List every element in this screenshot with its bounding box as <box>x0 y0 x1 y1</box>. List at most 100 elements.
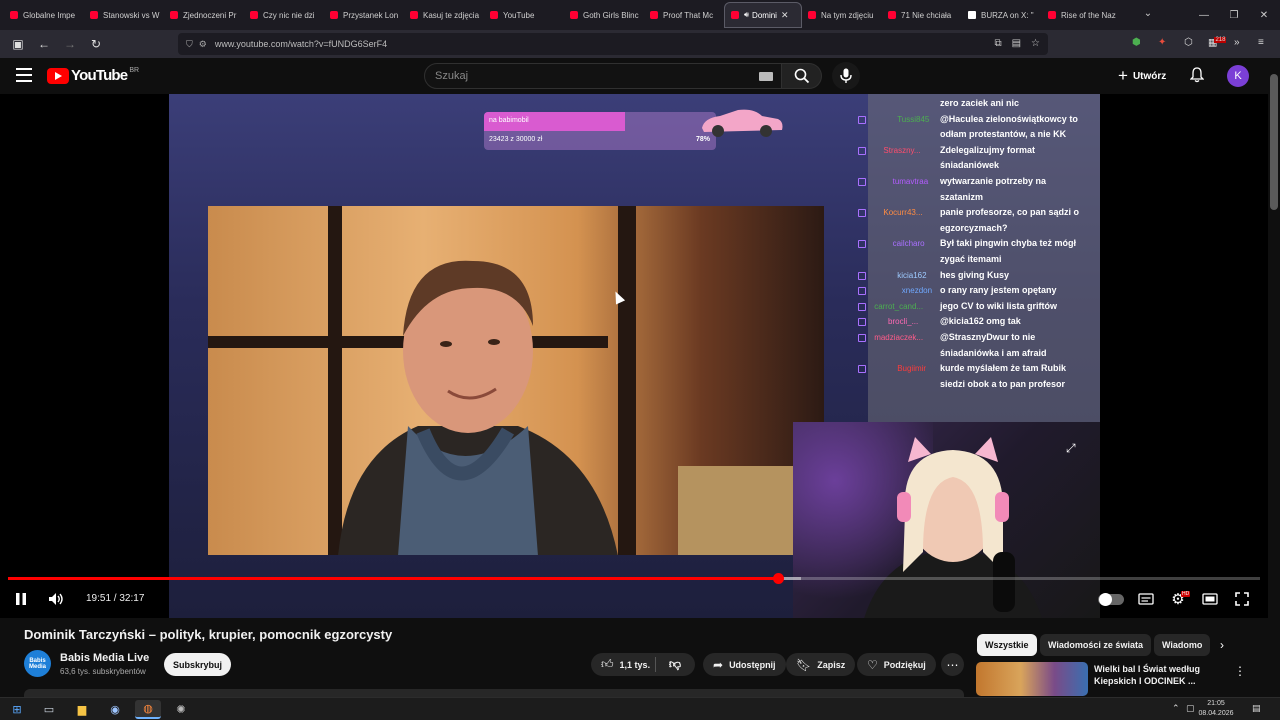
time-display: 19:51 / 32:17 <box>86 593 145 604</box>
start-windows-icon[interactable]: ⊞ <box>4 700 30 719</box>
taskbar-clock[interactable]: 21:05 08.04.2026 <box>1196 699 1236 719</box>
back-icon[interactable]: ← <box>32 32 56 56</box>
like-button[interactable]: 👍︎ 1,1 tys. <box>591 653 655 676</box>
browser-tab[interactable]: Zjednoczeni Pr <box>164 2 244 28</box>
notifications-bell-icon[interactable] <box>1189 67 1205 86</box>
file-explorer-icon[interactable]: ▆ <box>69 700 95 719</box>
youtube-icon <box>808 11 816 19</box>
account-avatar[interactable]: K <box>1227 65 1249 87</box>
chip-world-news[interactable]: Wiadomości ze świata <box>1040 634 1151 656</box>
extension-fox-icon[interactable]: ✦ <box>1158 37 1166 48</box>
chip-news[interactable]: Wiadomo <box>1154 634 1210 656</box>
chat-message: siedzi obok a to pan profesor <box>940 378 1066 389</box>
chat-message: hes giving Kusy <box>940 269 1010 280</box>
browser-tab[interactable]: Rise of the Naz <box>1042 2 1122 28</box>
subtitles-button[interactable] <box>1137 590 1155 608</box>
maximize-icon[interactable]: ❐ <box>1218 0 1250 30</box>
volume-button[interactable] <box>46 590 66 608</box>
firefox-icon[interactable]: ◍ <box>135 700 161 719</box>
search-input[interactable]: Szukaj <box>424 63 782 89</box>
sidebar-toggle-icon[interactable]: ▣ <box>6 32 30 56</box>
search-button[interactable] <box>782 63 822 89</box>
tab-list-chevron-icon[interactable]: ⌄ <box>1138 8 1158 19</box>
youtube-logo[interactable]: YouTube BR <box>47 67 139 84</box>
steam-icon[interactable]: ◉ <box>102 700 128 719</box>
scrubber-handle[interactable] <box>772 573 784 584</box>
address-bar[interactable]: ⛉ ⚙ www.youtube.com/watch?v=fUNDG6SerF4 … <box>178 33 1048 55</box>
share-button[interactable]: ➦ Udostępnij <box>703 653 786 676</box>
browser-tab[interactable]: Na tym zdjęciu <box>802 2 882 28</box>
subscribe-button[interactable]: Subskrybuj <box>164 653 231 676</box>
recommended-thumbnail[interactable] <box>976 662 1088 696</box>
extensions-puzzle-icon[interactable]: ⬡ <box>1184 37 1193 48</box>
pause-button[interactable] <box>12 590 30 608</box>
browser-tab[interactable]: YouTube <box>484 2 564 28</box>
chat-username: carrot_cand... <box>874 301 924 311</box>
tab-audio-icon[interactable]: 🔊︎ <box>744 10 749 20</box>
browser-tab[interactable]: BURZA on X: " <box>962 2 1042 28</box>
chat-message: odłam protestantów, a nie KK <box>940 129 1067 140</box>
reload-icon[interactable]: ↻ <box>84 32 108 56</box>
youtube-icon <box>1048 11 1056 19</box>
page-info-icon[interactable]: ⚙ <box>199 39 207 50</box>
overflow-chevrons-icon[interactable]: » <box>1234 37 1240 48</box>
tray-chevron-icon[interactable]: ⌃ <box>1172 703 1180 714</box>
fullscreen-button[interactable] <box>1233 590 1251 608</box>
monitor-app-icon[interactable]: ▭ <box>36 700 62 719</box>
chat-username: Kocurr43... <box>883 208 923 218</box>
chat-message: szatanizm <box>940 191 984 202</box>
bookmark-star-icon[interactable]: ☆ <box>1031 38 1040 49</box>
browser-tab[interactable]: Proof That Mc <box>644 2 724 28</box>
theater-mode-button[interactable] <box>1201 590 1219 608</box>
browser-tab[interactable]: 71 Nie chciała <box>882 2 962 28</box>
create-button[interactable]: + Utwórz <box>1118 65 1166 87</box>
chip-scroll-right-icon[interactable]: › <box>1220 638 1224 652</box>
progress-bar[interactable] <box>8 573 1260 584</box>
recommended-more-icon[interactable]: ⋮ <box>1234 664 1246 678</box>
thanks-button[interactable]: ♡ Podziękuj <box>857 653 936 676</box>
tab-close-icon[interactable]: ✕ <box>781 10 789 21</box>
twitch-icon <box>858 115 866 124</box>
browser-tab[interactable]: 🔊︎ Domini ✕ <box>724 2 802 28</box>
browser-tab[interactable]: Czy nic nie dzi <box>244 2 324 28</box>
description-box[interactable] <box>24 689 964 697</box>
minimize-icon[interactable]: — <box>1188 0 1220 30</box>
miniplayer-expand-icon[interactable]: ⤢ <box>1066 441 1076 456</box>
browser-tab[interactable]: Goth Girls Blinc <box>564 2 644 28</box>
video-player[interactable]: na babimobil 23423 z 30000 zł 78% zero z… <box>0 94 1268 618</box>
generic-app-icon[interactable]: ✺ <box>168 700 194 719</box>
browser-tab[interactable]: Globalne Impe <box>4 2 84 28</box>
keyboard-icon[interactable] <box>759 72 773 81</box>
extension-badge-icon[interactable]: ▦218 <box>1208 37 1227 48</box>
reader-view-icon[interactable]: ▤ <box>1012 38 1021 49</box>
browser-tab[interactable]: Stanowski vs W <box>84 2 164 28</box>
save-button[interactable]: 🔖︎ Zapisz <box>786 653 856 676</box>
extension-shield-icon[interactable]: ⬢ <box>1132 37 1141 48</box>
notification-center-icon[interactable]: ▤ <box>1252 703 1261 714</box>
recommended-title[interactable]: Wielki bal I Świat według Kiepskich I OD… <box>1094 663 1224 687</box>
browser-tab[interactable]: Przystanek Lon <box>324 2 404 28</box>
picture-in-picture-icon[interactable]: ⧉ <box>994 38 1001 49</box>
hamburger-menu-icon[interactable] <box>16 68 32 82</box>
tab-label: YouTube <box>503 10 535 20</box>
channel-name[interactable]: Babis Media Live <box>60 652 149 664</box>
close-window-icon[interactable]: ✕ <box>1248 0 1280 30</box>
scrollbar-thumb[interactable] <box>1270 74 1278 210</box>
channel-avatar[interactable]: Babis Media <box>24 650 51 677</box>
browser-tab[interactable]: Kasuj te zdjęcia <box>404 2 484 28</box>
create-label: Utwórz <box>1132 70 1167 82</box>
voice-search-button[interactable] <box>832 62 860 90</box>
youtube-play-logo-icon <box>47 67 69 84</box>
chip-all[interactable]: Wszystkie <box>977 634 1037 656</box>
like-dislike-group: 👍︎ 1,1 tys. 👎︎ <box>591 653 695 676</box>
chat-username: tumavtraa <box>892 177 929 186</box>
forward-icon[interactable]: → <box>58 32 82 56</box>
browser-menu-icon[interactable]: ≡ <box>1258 37 1264 48</box>
dislike-button[interactable]: 👎︎ <box>656 653 694 676</box>
network-icon[interactable]: ▢ <box>1186 703 1195 714</box>
more-actions-icon[interactable]: ⋯ <box>941 653 964 676</box>
shield-icon[interactable]: ⛉ <box>186 39 193 50</box>
page-scrollbar[interactable] <box>1268 58 1280 698</box>
thumbs-up-icon: 👍︎ <box>601 657 614 671</box>
autoplay-toggle[interactable] <box>1098 593 1124 606</box>
